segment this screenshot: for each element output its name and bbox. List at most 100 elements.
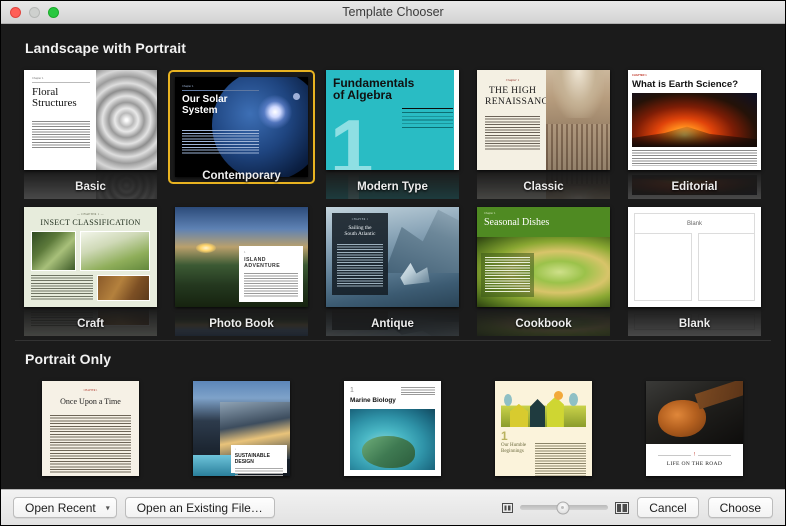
- template-card-blank[interactable]: Blank Blank: [619, 201, 770, 336]
- artwork-sun: [196, 243, 217, 253]
- thumbnail-wrap[interactable]: — CHAPTER 1 — INSECT CLASSIFICATION: [24, 207, 157, 336]
- artwork-image-guitar: [646, 381, 743, 444]
- thumbnail-size-slider[interactable]: [520, 501, 609, 514]
- template-label: Contemporary: [202, 170, 281, 182]
- template-gallery[interactable]: Landscape with Portrait Chapter 1 Floral…: [1, 24, 785, 489]
- artwork-chapter: CHAPTER 1: [351, 218, 369, 221]
- template-thumbnail[interactable]: 1 Fundamentals of Algebra: [326, 70, 459, 170]
- template-card-craft[interactable]: — CHAPTER 1 — INSECT CLASSIFICATION Craf…: [15, 201, 166, 336]
- template-card-once-upon-a-time[interactable]: CHAPTER 1 Once Upon a Time: [15, 375, 166, 476]
- artwork-marine-biology: 1 Marine Biology: [344, 381, 441, 476]
- template-card-sustainable-design[interactable]: 1 SUSTAINABLE DESIGN: [166, 375, 317, 476]
- template-card-marine-biology[interactable]: 1 Marine Biology: [317, 375, 468, 476]
- thumbnail-wrap[interactable]: 1 ISLAND ADVENTURE: [175, 207, 308, 336]
- artwork-heading: Our Solar System: [182, 94, 228, 116]
- template-card-classic[interactable]: Chapter 1 THE HIGH RENAISSANCE Classic: [468, 64, 619, 199]
- template-card-photo-book[interactable]: 1 ISLAND ADVENTURE Photo Book: [166, 201, 317, 336]
- template-card-antique[interactable]: CHAPTER 1 Sailing the South Atlantic Anti…: [317, 201, 468, 336]
- template-card-editorial[interactable]: CHAPTER 1 What is Earth Science? Editori…: [619, 64, 770, 199]
- artwork-heading: Blank: [634, 213, 755, 233]
- section-title-landscape: Landscape with Portrait: [25, 40, 186, 56]
- artwork-antique: CHAPTER 1 Sailing the South Atlantic: [326, 207, 459, 307]
- artwork-sun: [553, 391, 563, 400]
- artwork-our-humble-beginnings: 1 Our Humble Beginnings: [495, 381, 592, 476]
- artwork-image-beetles: [96, 275, 150, 301]
- thumbnail-wrap[interactable]: Chapter 1 Floral Structures: [24, 70, 157, 199]
- template-thumbnail[interactable]: — CHAPTER 1 — INSECT CLASSIFICATION: [24, 207, 157, 307]
- large-thumbnail-icon: [615, 501, 630, 514]
- template-thumbnail[interactable]: Blank: [628, 207, 761, 307]
- open-recent-popup-button[interactable]: Open Recent ▾: [13, 497, 117, 518]
- artwork-heading: Seasonal Dishes: [484, 217, 550, 228]
- template-label: Antique: [371, 318, 414, 330]
- artwork-body-lines: [234, 467, 283, 476]
- artwork-column: [634, 233, 692, 301]
- thumbnail-wrap[interactable]: 1 Fundamentalsof Algebra 1: [326, 70, 459, 199]
- artwork-moon: [293, 93, 300, 100]
- template-label: Photo Book: [209, 318, 274, 330]
- artwork-body-lines: [31, 275, 93, 301]
- template-thumbnail[interactable]: 1 Our Humble Beginnings: [495, 381, 592, 476]
- thumbnail-wrap-selected[interactable]: Chapter 1 Our Solar System: [168, 70, 315, 184]
- template-thumbnail[interactable]: Chapter 1 Seasonal Dishes: [477, 207, 610, 307]
- thumbnail-wrap[interactable]: Blank: [628, 207, 761, 336]
- template-card-basic[interactable]: Chapter 1 Floral Structures Basic: [15, 64, 166, 199]
- artwork-craft: — CHAPTER 1 — INSECT CLASSIFICATION: [24, 207, 157, 307]
- artwork-village-illustration: [501, 387, 586, 427]
- artwork-blank: Blank: [628, 207, 761, 307]
- template-card-life-on-the-road[interactable]: ! LIFE ON THE ROAD: [619, 375, 770, 476]
- artwork-heading: What is Earth Science?: [632, 79, 739, 90]
- artwork-body-lines: [534, 443, 586, 476]
- template-thumbnail[interactable]: CHAPTER 1 Sailing the South Atlantic: [326, 207, 459, 307]
- artwork-text-card: CHAPTER 1 Sailing the South Atlantic: [332, 213, 388, 295]
- artwork-cookbook: Chapter 1 Seasonal Dishes: [477, 207, 610, 307]
- artwork-house: [509, 403, 529, 427]
- artwork-image-dragonfly: [80, 231, 150, 271]
- thumbnail-size-slider-group[interactable]: [502, 501, 630, 514]
- artwork-basic: Chapter 1 Floral Structures: [24, 70, 157, 170]
- template-thumbnail[interactable]: 1 ISLAND ADVENTURE: [175, 207, 308, 307]
- thumbnail-wrap[interactable]: Chapter 1 THE HIGH RENAISSANCE: [477, 70, 610, 199]
- thumbnail-wrap[interactable]: CHAPTER 1 What is Earth Science?: [628, 70, 761, 199]
- artwork-photo-book: 1 ISLAND ADVENTURE: [175, 207, 308, 307]
- artwork-chapter: Chapter 1: [182, 85, 260, 91]
- open-existing-file-button[interactable]: Open an Existing File…: [124, 497, 275, 518]
- template-thumbnail[interactable]: ! LIFE ON THE ROAD: [646, 381, 743, 476]
- artwork-heading: Once Upon a Time: [60, 397, 121, 406]
- artwork-heading: Floral Structures: [32, 86, 77, 110]
- template-card-our-humble-beginnings[interactable]: 1 Our Humble Beginnings: [468, 375, 619, 476]
- artwork-quote-lines: [401, 387, 435, 396]
- artwork-chapter: 1: [244, 251, 246, 254]
- artwork-tree: [504, 394, 513, 407]
- template-card-cookbook[interactable]: Chapter 1 Seasonal Dishes Cookbook: [468, 201, 619, 336]
- artwork-heading: THE HIGH RENAISSANCE: [485, 85, 555, 107]
- template-thumbnail[interactable]: 1 SUSTAINABLE DESIGN: [193, 381, 290, 476]
- thumbnail-wrap[interactable]: Chapter 1 Seasonal Dishes: [477, 207, 610, 336]
- artwork-chapter: — CHAPTER 1 —: [76, 213, 105, 216]
- artwork-heading: LIFE ON THE ROAD: [666, 460, 723, 467]
- artwork-heading: ISLAND ADVENTURE: [244, 257, 281, 270]
- template-thumbnail[interactable]: Chapter 1 Our Solar System: [175, 77, 308, 177]
- template-thumbnail[interactable]: Chapter 1 THE HIGH RENAISSANCE: [477, 70, 610, 170]
- artwork-sustainable-design: 1 SUSTAINABLE DESIGN: [193, 381, 290, 476]
- template-card-modern-type[interactable]: 1 Fundamentalsof Algebra 1 Modern Type: [317, 64, 468, 199]
- artwork-house: [529, 399, 546, 427]
- artwork-body-lines: [402, 108, 453, 130]
- artwork-classic: Chapter 1 THE HIGH RENAISSANCE: [477, 70, 610, 170]
- template-thumbnail[interactable]: Chapter 1 Floral Structures: [24, 70, 157, 170]
- artwork-image-turtle: [350, 409, 435, 470]
- artwork-text-card: [481, 253, 535, 297]
- cancel-button[interactable]: Cancel: [637, 497, 699, 518]
- section-divider: [15, 340, 771, 341]
- template-card-contemporary[interactable]: Chapter 1 Our Solar System Contemporary: [166, 64, 317, 193]
- thumbnail-wrap[interactable]: CHAPTER 1 Sailing the South Atlantic: [326, 207, 459, 336]
- artwork-heading: Marine Biology: [350, 397, 396, 404]
- slider-knob[interactable]: [556, 501, 569, 514]
- template-thumbnail[interactable]: CHAPTER 1 Once Upon a Time: [42, 381, 139, 476]
- template-thumbnail[interactable]: 1 Marine Biology: [344, 381, 441, 476]
- title-bar: Template Chooser: [1, 1, 785, 24]
- template-row: Chapter 1 Floral Structures Basic Chapte…: [15, 64, 771, 199]
- artwork-body-lines: [50, 415, 131, 473]
- choose-button[interactable]: Choose: [707, 497, 773, 518]
- template-thumbnail[interactable]: CHAPTER 1 What is Earth Science?: [628, 70, 761, 170]
